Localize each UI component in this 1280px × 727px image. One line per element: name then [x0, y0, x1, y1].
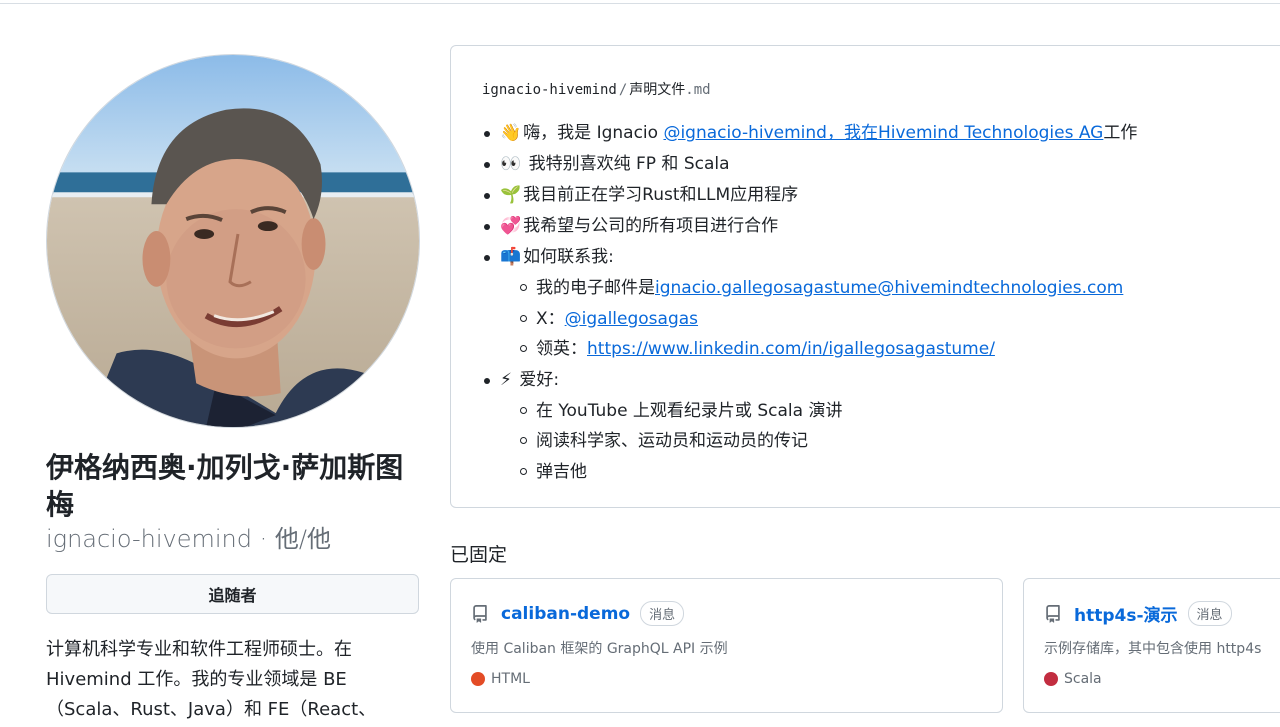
pinned-repo-card: http4s-演示 消息 示例存储库，其中包含使用 http4s Scala	[1023, 578, 1280, 713]
repo-link-caliban-demo[interactable]: caliban-demo	[501, 604, 630, 624]
readme-item-text: 我希望与公司的所有项目进行合作	[523, 216, 779, 236]
hobby-item: 弹吉他	[519, 457, 1137, 488]
readme-item-text: 如何联系我:	[523, 247, 614, 267]
x-link[interactable]: @igallegosagas	[565, 309, 698, 329]
linkedin-link[interactable]: https://www.linkedin.com/in/igallegosaga…	[587, 339, 995, 359]
repo-language-name: Scala	[1064, 671, 1102, 687]
readme-item-intro: 👋 嗨，我是 Ignacio @ignacio-hivemind，我在Hivemi…	[483, 118, 1138, 149]
contact-label: 我的电子邮件是	[536, 278, 655, 298]
readme-item-text: 我目前正在学习Rust和LLM应用程序	[523, 185, 799, 205]
contact-email: 我的电子邮件是ignacio.gallegosagastume@hivemind…	[519, 273, 1137, 304]
top-divider	[0, 3, 1280, 4]
language-color-dot	[1044, 672, 1058, 686]
readme-item-text: 我特别喜欢纯 FP 和 Scala	[523, 154, 730, 174]
company-link[interactable]: @ignacio-hivemind，我在Hivemind Technologie…	[663, 123, 1103, 143]
repo-language: Scala	[1044, 671, 1102, 687]
readme-card: ignacio-hivemind / 声明文件.md 👋 嗨，我是 Ignacio @…	[450, 45, 1280, 508]
contact-label: X：	[536, 308, 565, 329]
repo-icon	[1046, 604, 1060, 623]
eyes-icon: 👀	[500, 154, 522, 174]
readme-item-learning: 🌱 我目前正在学习Rust和LLM应用程序	[483, 180, 1137, 211]
readme-item-hobbies: ⚡ 爱好: 在 YouTube 上观看纪录片或 Scala 演讲 阅读科学家、运…	[483, 365, 1137, 488]
repo-icon	[473, 604, 487, 623]
readme-path-user[interactable]: ignacio-hivemind	[482, 82, 617, 98]
profile-login: ignacio-hivemind	[46, 525, 252, 553]
readme-item-contact: 📫 如何联系我: 我的电子邮件是ignacio.gallegosagastume@…	[483, 242, 1137, 365]
lightning-icon: ⚡	[500, 369, 512, 390]
profile-pronouns: 他/他	[274, 525, 331, 553]
profile-avatar[interactable]	[46, 54, 420, 428]
contact-linkedin: 领英：https://www.linkedin.com/in/igallegos…	[519, 334, 1137, 365]
avatar-photo	[47, 55, 419, 427]
readme-path: ignacio-hivemind / 声明文件.md	[482, 79, 711, 99]
readme-item-text: 嗨，我是 Ignacio	[523, 123, 664, 143]
login-separator: ·	[251, 525, 275, 553]
repo-description: 示例存储库，其中包含使用 http4s	[1044, 641, 1262, 657]
hobby-item: 阅读科学家、运动员和运动员的传记	[519, 426, 1137, 457]
repo-description: 使用 Caliban 框架的 GraphQL API 示例	[471, 641, 728, 657]
wave-icon: 👋	[500, 123, 522, 143]
profile-login-line: ignacio-hivemind · 他/他	[46, 523, 331, 555]
repo-language: HTML	[471, 671, 530, 687]
hobby-item: 在 YouTube 上观看纪录片或 Scala 演讲	[519, 396, 1137, 427]
contact-label: 领英：	[536, 339, 587, 359]
pinned-heading: 已固定	[450, 544, 508, 566]
pinned-repo-header: caliban-demo 消息	[471, 601, 685, 626]
readme-item-interest: 👀 我特别喜欢纯 FP 和 Scala	[483, 149, 1137, 180]
contact-x: X：@igallegosagas	[519, 304, 1137, 335]
repo-visibility-badge: 消息	[1187, 601, 1232, 626]
seedling-icon: 🌱	[500, 185, 522, 205]
repo-link-http4s-demo[interactable]: http4s-演示	[1074, 601, 1178, 626]
language-color-dot	[471, 672, 485, 686]
hobbies-list: 在 YouTube 上观看纪录片或 Scala 演讲 阅读科学家、运动员和运动员…	[500, 396, 1137, 488]
email-link[interactable]: ignacio.gallegosagastume@hivemindtechnol…	[655, 278, 1123, 298]
repo-visibility-badge: 消息	[640, 601, 685, 626]
readme-path-separator: /	[618, 82, 628, 98]
readme-path-file[interactable]: 声明文件	[629, 82, 685, 98]
readme-path-ext: .md	[685, 82, 711, 98]
readme-item-collaborate: 💞 我希望与公司的所有项目进行合作	[483, 211, 1137, 242]
profile-full-name: 伊格纳西奥·加列戈·萨加斯图梅	[46, 451, 404, 521]
contact-list: 我的电子邮件是ignacio.gallegosagastume@hivemind…	[500, 273, 1137, 365]
readme-item-text: 爱好:	[513, 369, 560, 390]
repo-language-name: HTML	[491, 671, 530, 687]
profile-bio: 计算机科学专业和软件工程师硕士。在 Hivemind 工作。我的专业领域是 BE…	[46, 639, 377, 720]
pinned-repo-header: http4s-演示 消息	[1044, 601, 1232, 626]
pinned-repo-card: caliban-demo 消息 使用 Caliban 框架的 GraphQL A…	[450, 578, 1003, 713]
readme-list: 👋 嗨，我是 Ignacio @ignacio-hivemind，我在Hivemi…	[483, 118, 1138, 488]
follow-button[interactable]: 追随者	[46, 574, 419, 614]
hearts-icon: 💞	[500, 216, 522, 236]
readme-item-suffix: 工作	[1103, 123, 1138, 143]
mailbox-icon: 📫	[500, 247, 522, 267]
